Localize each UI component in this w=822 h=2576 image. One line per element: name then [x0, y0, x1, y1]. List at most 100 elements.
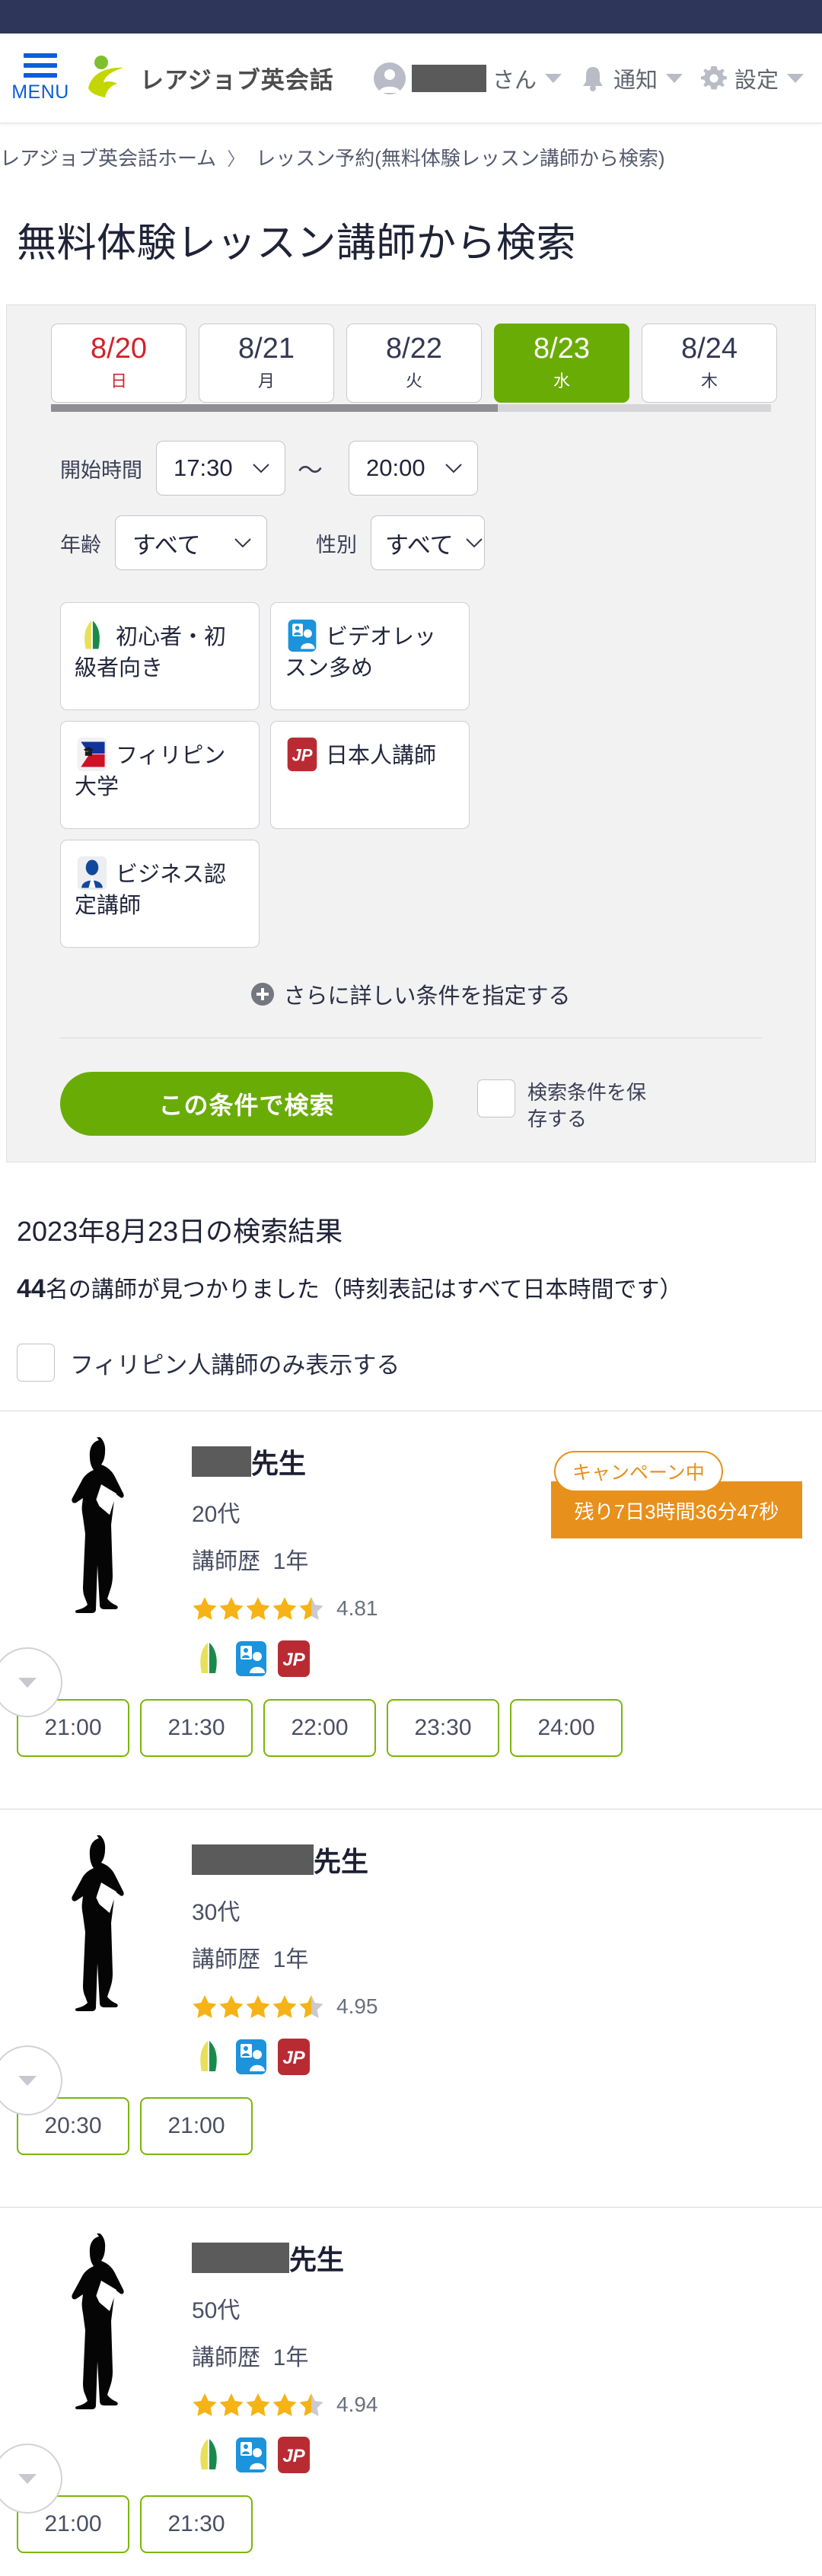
teacher-name[interactable]: 先生 — [192, 2238, 805, 2278]
star-full-icon — [272, 2393, 297, 2416]
star-full-icon — [219, 2393, 244, 2416]
beginner-leaf-icon — [200, 2041, 217, 2071]
teacher-photo-silhouette — [71, 2233, 124, 2409]
teacher-photo[interactable] — [0, 1437, 192, 1717]
results-title: 2023年8月23日の検索結果 — [17, 1216, 343, 1247]
experience-value: 1年 — [272, 1947, 309, 1972]
date-tab-8-21[interactable]: 8/21 月 — [199, 324, 334, 403]
search-action-row: この条件で検索 検索条件を保存する — [24, 1072, 798, 1136]
time-to-value: 20:00 — [366, 454, 425, 481]
experience-label: 講師歴 — [192, 2345, 260, 2370]
lesson-slot-button[interactable]: 21:00 — [140, 2097, 253, 2155]
video-lesson-icon — [288, 619, 317, 652]
philippine-only-toggle[interactable]: フィリピン人講師のみ表示する — [17, 1304, 805, 1382]
campaign-label: キャンペーン中 — [554, 1451, 723, 1492]
notifications-label: 通知 — [613, 68, 658, 93]
save-conditions-checkbox[interactable] — [477, 1079, 515, 1117]
star-full-icon — [193, 1995, 217, 2018]
svg-text:JP: JP — [292, 745, 312, 764]
filter-chip-philippine-flag[interactable]: フィリピン大学 — [60, 721, 260, 829]
lesson-slots: 20:30 21:00 — [17, 2097, 805, 2155]
teacher-experience: 講師歴 1年 — [192, 1940, 805, 1974]
rarejob-mark-icon — [88, 55, 123, 97]
teacher-badge-video-lesson — [234, 2038, 268, 2076]
breadcrumb: レアジョブ英会話ホーム 〉 レッスン予約(無料体験レッスン講師から検索) — [0, 123, 822, 171]
notifications-menu[interactable]: 通知 — [578, 62, 683, 94]
gender-select[interactable]: すべて — [371, 515, 485, 570]
time-from-select[interactable]: 17:30 — [156, 441, 285, 496]
username-redacted — [411, 64, 486, 92]
filter-chip-label: 日本人講師 — [326, 744, 437, 768]
date-tab-weekday: 月 — [257, 371, 275, 391]
filter-chip-japanese-teacher[interactable]: JP 日本人講師 — [270, 721, 470, 829]
brand-logo[interactable]: レアジョブ英会話 — [81, 50, 334, 107]
menu-button[interactable]: MENU — [11, 53, 68, 104]
teacher-card[interactable]: 先生 30代 講師歴 1年 4.95 JP 20:30 21:00 — [0, 1809, 822, 2178]
start-time-row: 開始時間 17:30 〜 20:00 — [24, 441, 798, 496]
more-conditions-link[interactable]: さらに詳しい条件を指定する — [24, 978, 798, 1010]
star-full-icon — [219, 1995, 244, 2018]
feature-filter-chips: 初心者・初級者向き ビデオレッスン多め フィリピン大学 JP 日本人講師 ビジネ… — [24, 602, 648, 948]
time-from-value: 17:30 — [174, 454, 233, 481]
date-scrollbar-thumb[interactable] — [51, 404, 498, 412]
teacher-list: 先生 20代 講師歴 1年 4.81 JP キャンペーン中 残り7日3時間36分… — [0, 1411, 822, 2576]
date-tab-number: 8/21 — [238, 333, 295, 365]
beginner-leaf-icon — [200, 2439, 217, 2469]
experience-value: 1年 — [272, 2345, 309, 2370]
date-tab-weekday: 木 — [700, 371, 718, 391]
user-suffix: さん — [492, 68, 537, 93]
teacher-card[interactable]: 先生 50代 講師歴 1年 4.94 JP 21:00 21:30 — [0, 2207, 822, 2576]
chevron-down-icon — [253, 463, 269, 473]
settings-menu[interactable]: 設定 — [699, 62, 804, 94]
lesson-slot-button[interactable]: 23:30 — [387, 1699, 499, 1757]
breadcrumb-home[interactable]: レアジョブ英会話ホーム — [0, 143, 216, 171]
teacher-card[interactable]: 先生 20代 講師歴 1年 4.81 JP キャンペーン中 残り7日3時間36分… — [0, 1411, 822, 1780]
star-full-icon — [193, 2393, 217, 2416]
search-filter-panel: 8/20 日 8/21 月 8/22 火 8/23 水 8/24 木 開始時間 17:30 〜 2… — [6, 304, 816, 1162]
star-full-icon — [246, 1597, 270, 1620]
date-tab-weekday: 火 — [405, 371, 422, 391]
date-tab-8-22[interactable]: 8/22 火 — [346, 324, 482, 403]
teacher-badge-beginner-leaf — [192, 2436, 225, 2474]
filter-chip-business-certified[interactable]: ビジネス認定講師 — [60, 840, 260, 948]
teacher-name-redacted — [192, 2243, 289, 2273]
lesson-slot-button[interactable]: 24:00 — [510, 1699, 623, 1757]
date-tab-8-23[interactable]: 8/23 水 — [494, 324, 629, 403]
teacher-photo-silhouette — [71, 1835, 124, 2011]
user-account-menu[interactable]: さん — [373, 62, 562, 94]
star-full-icon — [193, 1597, 217, 1620]
lesson-slots: 21:00 21:30 22:00 23:30 24:00 — [17, 1699, 805, 1757]
svg-text:JP: JP — [282, 1650, 305, 1670]
lesson-slot-button[interactable]: 22:00 — [263, 1699, 376, 1757]
site-header: MENU レアジョブ英会話 さん 通知 設定 — [0, 33, 822, 123]
star-full-icon — [219, 1597, 244, 1620]
teacher-age: 30代 — [192, 1900, 241, 1925]
user-avatar-icon — [373, 62, 406, 94]
age-select[interactable]: すべて — [115, 515, 267, 570]
results-count-text: 名の講師が見つかりました（時刻表記はすべて日本時間です） — [45, 1277, 683, 1302]
date-tab-8-20[interactable]: 8/20 日 — [51, 324, 186, 403]
rating-value: 4.94 — [336, 2393, 378, 2416]
date-tab-weekday: 日 — [110, 371, 127, 391]
lesson-slot-button[interactable]: 21:30 — [140, 1699, 253, 1757]
filter-chip-video-lesson[interactable]: ビデオレッスン多め — [270, 602, 470, 710]
gear-icon — [700, 65, 727, 89]
chevron-down-icon — [18, 2075, 37, 2086]
search-button[interactable]: この条件で検索 — [60, 1072, 433, 1136]
teacher-name-redacted — [192, 1844, 314, 1875]
teacher-photo[interactable] — [0, 2233, 192, 2514]
date-scrollbar[interactable] — [51, 404, 771, 412]
teacher-badge-japanese-teacher: JP — [277, 2038, 311, 2076]
teacher-photo[interactable] — [0, 1835, 192, 2115]
teacher-badge-japanese-teacher: JP — [277, 2436, 311, 2474]
breadcrumb-separator-icon: 〉 — [227, 149, 246, 170]
experience-value: 1年 — [272, 1549, 309, 1574]
time-to-select[interactable]: 20:00 — [349, 441, 478, 496]
save-conditions-toggle[interactable]: 検索条件を保存する — [477, 1079, 660, 1133]
filter-chip-beginner-leaf[interactable]: 初心者・初級者向き — [60, 602, 260, 710]
lesson-slot-button[interactable]: 21:30 — [140, 2495, 253, 2553]
philippine-only-checkbox[interactable] — [17, 1344, 55, 1382]
date-tab-8-24[interactable]: 8/24 木 — [642, 324, 777, 403]
teacher-name[interactable]: 先生 — [192, 1840, 805, 1879]
teacher-age: 50代 — [192, 2298, 241, 2323]
